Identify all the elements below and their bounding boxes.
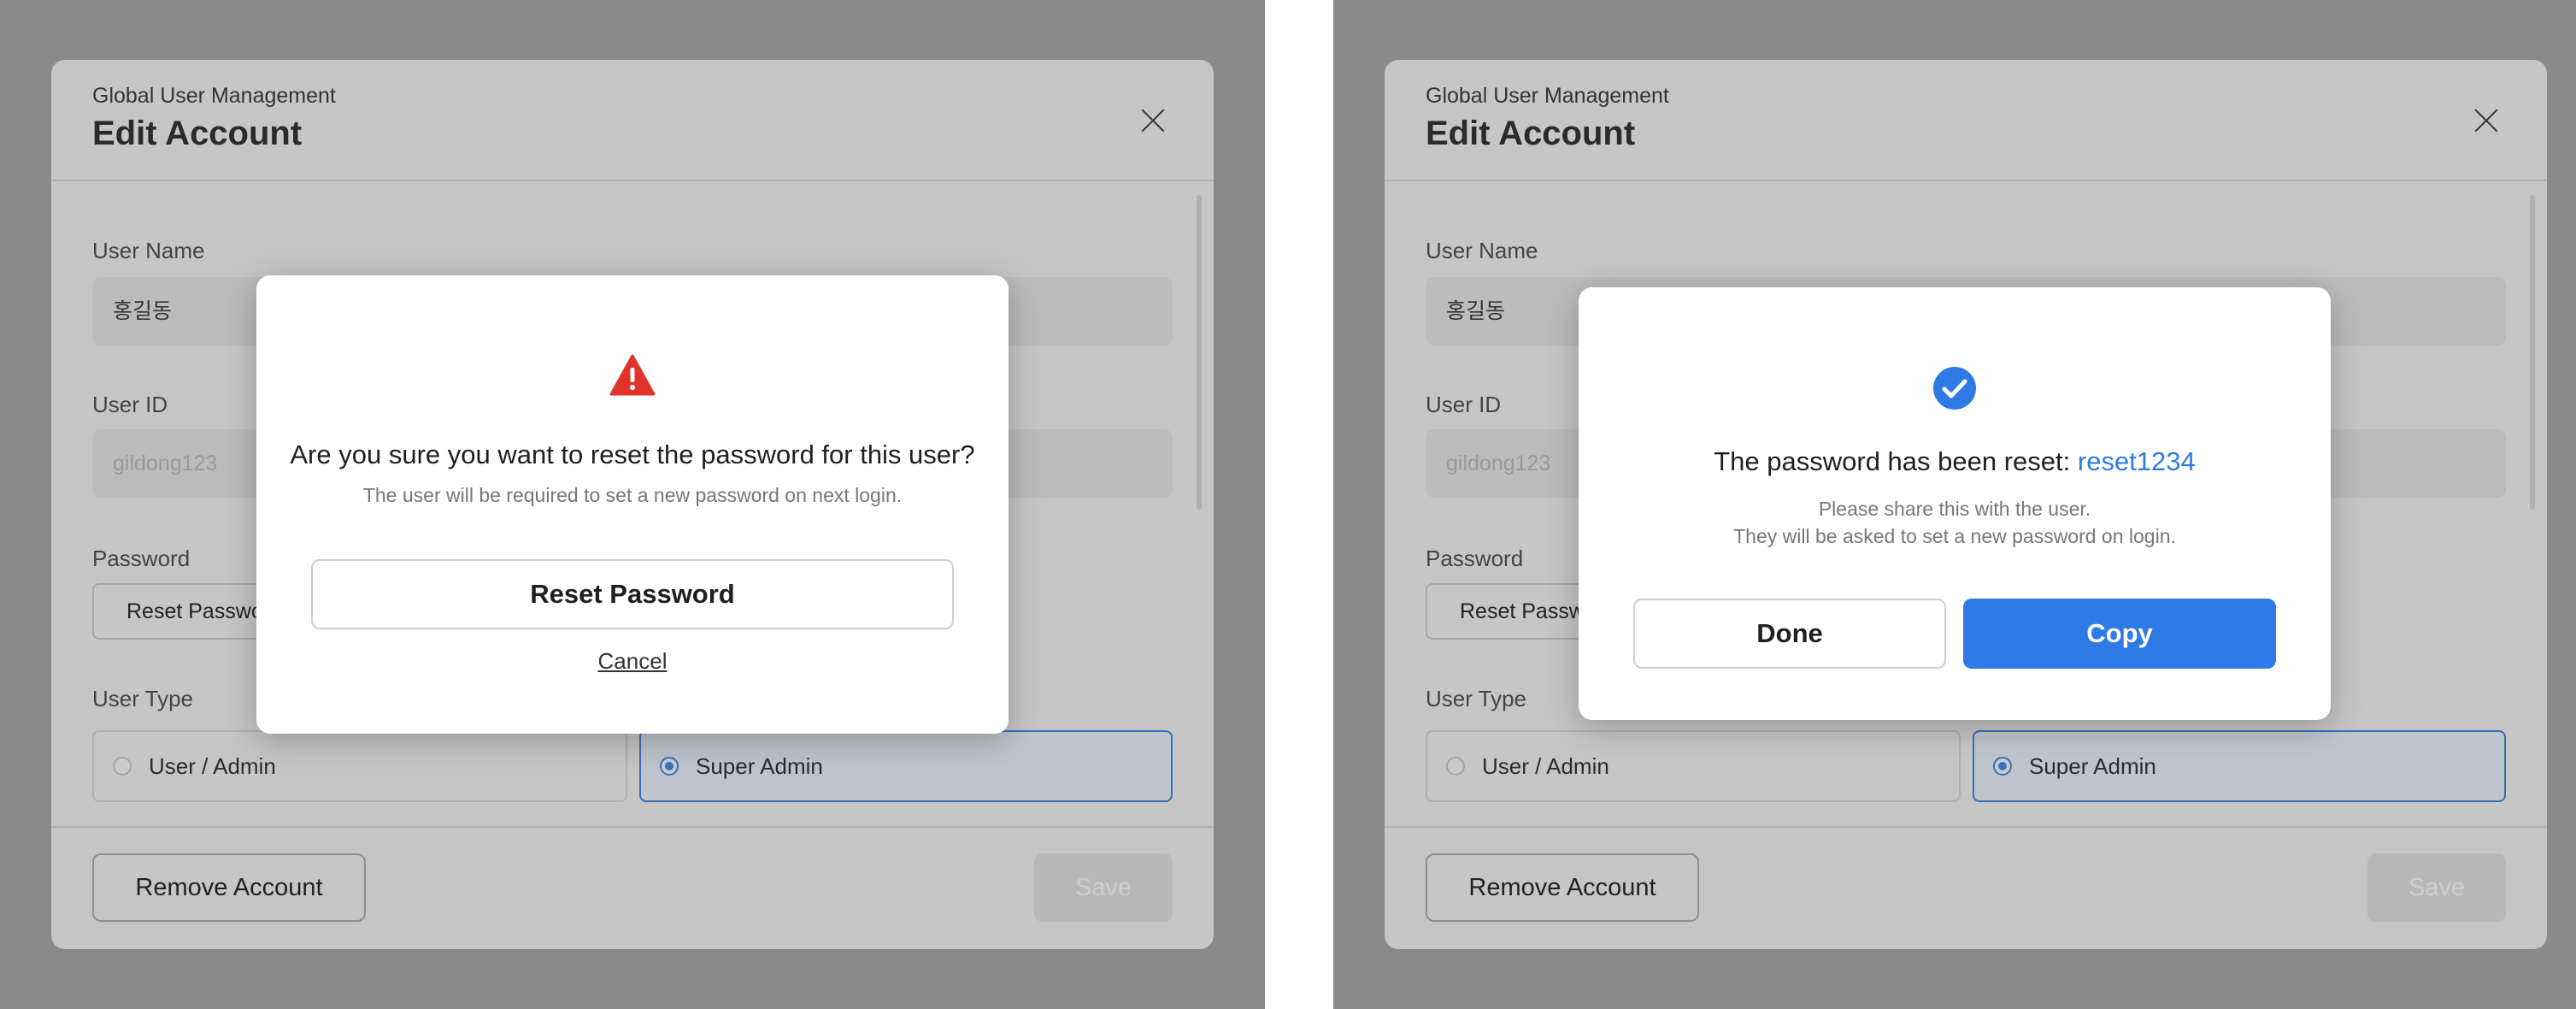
option-label: Super Admin (696, 753, 823, 779)
user-type-option-super-admin[interactable]: Super Admin (639, 730, 1173, 802)
reset-success-dialog: The password has been reset: reset1234 P… (1579, 287, 2331, 720)
save-button: Save (1034, 853, 1173, 922)
remove-account-button[interactable]: Remove Account (1426, 853, 1699, 922)
radio-selected-icon (660, 757, 679, 776)
radio-unselected-icon (113, 757, 132, 776)
dialog-subtext: The user will be required to set a new p… (362, 484, 903, 506)
scrollbar[interactable] (1197, 195, 1202, 510)
dialog-subtext-line1: Please share this with the user. (1818, 498, 2091, 520)
user-name-label: User Name (92, 238, 205, 263)
cancel-link-wrap: Cancel (256, 648, 1009, 675)
user-type-option-super-admin[interactable]: Super Admin (1973, 730, 2506, 802)
dialog-heading: Are you sure you want to reset the passw… (290, 440, 975, 469)
close-icon[interactable] (1140, 108, 1166, 133)
warning-icon (609, 354, 656, 396)
copy-button[interactable]: Copy (1963, 599, 2276, 669)
window-header: Global User Management Edit Account (1385, 60, 2547, 181)
save-button: Save (2367, 853, 2506, 922)
radio-selected-icon (1993, 757, 2012, 776)
radio-unselected-icon (1446, 757, 1465, 776)
user-type-option-user-admin[interactable]: User / Admin (1426, 730, 1961, 802)
window-supertitle: Global User Management (92, 84, 336, 108)
window-title: Edit Account (92, 115, 303, 152)
user-name-label: User Name (1426, 238, 1538, 263)
user-type-label: User Type (1426, 686, 1527, 711)
heading-prefix: The password has been reset: (1714, 446, 2078, 476)
user-type-label: User Type (92, 686, 194, 711)
window-header: Global User Management Edit Account (51, 60, 1214, 181)
password-label: Password (1426, 546, 1524, 571)
password-label: Password (92, 546, 191, 571)
window-title: Edit Account (1426, 115, 1636, 152)
remove-account-button[interactable]: Remove Account (92, 853, 366, 922)
option-label: Super Admin (2029, 753, 2156, 779)
window-supertitle: Global User Management (1426, 84, 1669, 108)
user-type-option-user-admin[interactable]: User / Admin (92, 730, 627, 802)
user-id-label: User ID (92, 392, 168, 417)
cancel-link[interactable]: Cancel (598, 648, 668, 674)
option-label: User / Admin (149, 753, 276, 779)
scrollbar[interactable] (2530, 195, 2535, 510)
option-label: User / Admin (1482, 753, 1609, 779)
check-circle-icon (1933, 367, 1976, 410)
dialog-subtext-line2: They will be asked to set a new password… (1733, 525, 2176, 547)
user-id-label: User ID (1426, 392, 1502, 417)
confirm-reset-password-button[interactable]: Reset Password (311, 559, 954, 629)
screen-left: Global User Management Edit Account User… (0, 0, 1265, 1009)
new-password-value: reset1234 (2077, 446, 2196, 476)
done-button[interactable]: Done (1633, 599, 1946, 669)
reset-confirm-dialog: Are you sure you want to reset the passw… (256, 275, 1009, 734)
dialog-heading: The password has been reset: reset1234 (1579, 446, 2331, 477)
close-icon[interactable] (2473, 108, 2499, 133)
